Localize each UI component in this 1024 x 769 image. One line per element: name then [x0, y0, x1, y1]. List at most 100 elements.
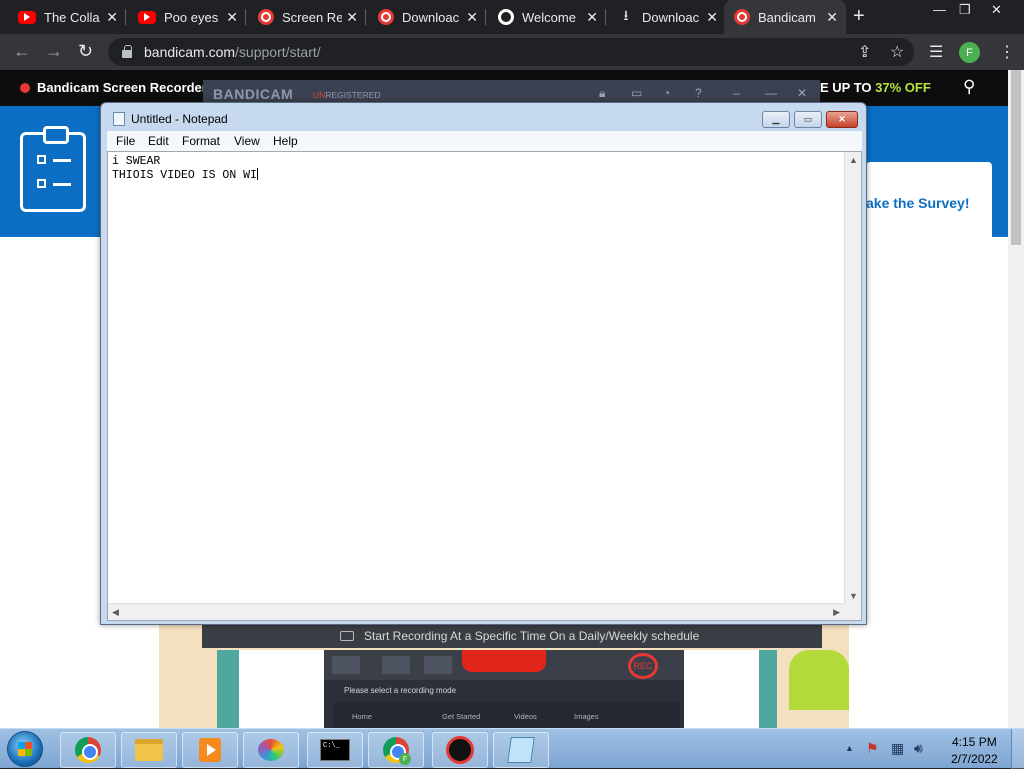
profile-avatar[interactable]: F [959, 42, 980, 63]
more-menu-icon[interactable]: ⋮ [999, 42, 1015, 62]
minimize-button[interactable]: ▁ [762, 111, 790, 128]
close-tab-icon[interactable]: ✕ [826, 9, 838, 26]
promo-strip-text: Start Recording At a Specific Time On a … [364, 628, 700, 643]
page-scrollbar[interactable] [1008, 70, 1024, 728]
search-icon[interactable]: ⚲ [963, 77, 975, 97]
lock-icon [122, 45, 132, 58]
editor-content[interactable]: i SWEAR THIOIS VIDEO IS ON WI [112, 155, 258, 182]
taskbar-chrome[interactable] [60, 732, 116, 768]
clock-date[interactable]: 2/7/2022 [951, 752, 998, 766]
share-icon[interactable]: ⇪ [858, 42, 871, 62]
close-button[interactable]: ✕ [826, 111, 858, 128]
start-button[interactable] [7, 731, 43, 767]
taskbar-chrome-profile[interactable]: F [368, 732, 424, 768]
timer-icon[interactable]: ◔ [663, 86, 670, 100]
reading-list-icon[interactable]: ☰ [929, 42, 943, 62]
tab-youtube-1[interactable]: The Colla ✕ [8, 0, 126, 34]
minimize-window-icon[interactable]: — [933, 2, 946, 17]
back-arrow-icon[interactable]: ← [13, 41, 31, 62]
schedule-promo-strip[interactable]: Start Recording At a Specific Time On a … [202, 622, 822, 648]
tab-download-1[interactable]: Downloac ✕ [368, 0, 486, 34]
bandicam-overlay-bar: BANDICAM UNREGISTERED 🔒︎ ▭ ◔ ? – — ✕ [203, 80, 820, 102]
restore-window-icon[interactable]: ❐ [959, 2, 971, 18]
taskbar-explorer[interactable] [121, 732, 177, 768]
survey-card[interactable]: ake the Survey! [866, 162, 992, 244]
horizontal-scrollbar[interactable]: ◀ ▶ [108, 603, 844, 620]
close-tab-icon[interactable]: ✕ [226, 9, 238, 26]
paint-icon [258, 739, 284, 761]
mode-hint: Please select a recording mode [344, 686, 457, 695]
record-dot-icon [20, 83, 30, 93]
text-editor[interactable]: i SWEAR THIOIS VIDEO IS ON WI ▲ ▼ ◀ ▶ [107, 151, 862, 621]
tab-title: Poo eyes [164, 9, 219, 25]
unregistered-prefix: UN [313, 90, 326, 100]
tab-youtube-2[interactable]: Poo eyes ✕ [128, 0, 246, 34]
scroll-up-icon[interactable]: ▲ [849, 155, 858, 165]
minimize-icon[interactable]: — [765, 86, 777, 100]
promo-banner[interactable]: E UP TO 37% OFF [820, 80, 931, 95]
tab-bandicam-active[interactable]: Bandicam ✕ [724, 0, 846, 34]
window-title: Untitled - Notepad [131, 112, 228, 126]
scroll-right-icon[interactable]: ▶ [833, 607, 840, 618]
taskbar-notepad[interactable] [493, 732, 549, 768]
tab-welcome[interactable]: Welcome ✕ [488, 0, 606, 34]
address-bar[interactable]: bandicam.com/support/start/ [108, 38, 914, 66]
tab-title: The Colla [44, 9, 100, 25]
clock-time[interactable]: 4:15 PM [952, 735, 997, 749]
close-tab-icon[interactable]: ✕ [586, 9, 598, 26]
lock-icon[interactable]: 🔒︎ [599, 86, 605, 101]
minimize-icon[interactable]: – [733, 86, 740, 100]
tab-download-2[interactable]: ⭳ Downloac ✕ [608, 0, 726, 34]
folder-icon[interactable]: ▭ [631, 86, 642, 100]
game-mode-icon [382, 656, 410, 674]
vertical-scrollbar[interactable]: ▲ ▼ [844, 152, 861, 604]
checkbox-glyph [37, 179, 46, 188]
illustration-plant [789, 650, 849, 710]
close-tab-icon[interactable]: ✕ [106, 9, 118, 26]
menu-view[interactable]: View [234, 134, 260, 148]
text-caret [256, 168, 258, 180]
taskbar-media-player[interactable] [182, 732, 238, 768]
site-brand[interactable]: Bandicam Screen Recorder [37, 80, 207, 95]
menu-edit[interactable]: Edit [148, 134, 169, 148]
new-tab-button[interactable]: + [853, 5, 865, 28]
show-hidden-icons[interactable]: ▲ [845, 743, 854, 753]
close-icon[interactable]: ✕ [797, 86, 807, 100]
mini-nav: Home Get Started Videos Images [334, 702, 680, 728]
menu-help[interactable]: Help [273, 134, 298, 148]
resize-grip[interactable] [844, 603, 861, 620]
maximize-button[interactable]: ▭ [794, 111, 822, 128]
page-scroll-thumb[interactable] [1011, 70, 1021, 245]
menu-file[interactable]: File [116, 134, 135, 148]
checkbox-glyph [37, 155, 46, 164]
taskbar-bandicam[interactable] [432, 732, 488, 768]
scroll-left-icon[interactable]: ◀ [112, 607, 119, 618]
bandicam-app-screenshot: REC Please select a recording mode Home … [324, 650, 684, 728]
menu-format[interactable]: Format [182, 134, 220, 148]
survey-link[interactable]: ake the Survey! [866, 195, 970, 211]
close-window-icon[interactable]: ✕ [991, 2, 1002, 18]
scroll-down-icon[interactable]: ▼ [849, 591, 858, 601]
reload-icon[interactable]: ↻ [78, 41, 93, 62]
globe-icon [498, 9, 514, 25]
action-center-flag-icon[interactable]: ⚑ [866, 740, 879, 757]
promo-prefix: E UP TO [820, 80, 876, 95]
chrome-icon [75, 737, 101, 763]
tab-divider [605, 9, 606, 25]
network-icon[interactable]: ▦ [891, 740, 904, 757]
taskbar-cmd[interactable]: C:\_ [307, 732, 363, 768]
bookmark-star-icon[interactable]: ☆ [890, 42, 904, 62]
volume-icon[interactable]: 🔊︎ [914, 740, 923, 757]
show-desktop-button[interactable] [1011, 729, 1024, 769]
youtube-icon [18, 10, 36, 24]
taskbar-paint[interactable] [243, 732, 299, 768]
mini-toolbar: REC [324, 650, 684, 680]
help-icon[interactable]: ? [695, 86, 702, 100]
close-tab-icon[interactable]: ✕ [706, 9, 718, 26]
url-host: bandicam.com [144, 44, 236, 60]
tab-screen-recorder[interactable]: Screen Re ✕ [248, 0, 366, 34]
close-tab-icon[interactable]: ✕ [346, 9, 358, 26]
close-tab-icon[interactable]: ✕ [466, 9, 478, 26]
forward-arrow-icon[interactable]: → [45, 41, 63, 62]
tab-divider [365, 9, 366, 25]
